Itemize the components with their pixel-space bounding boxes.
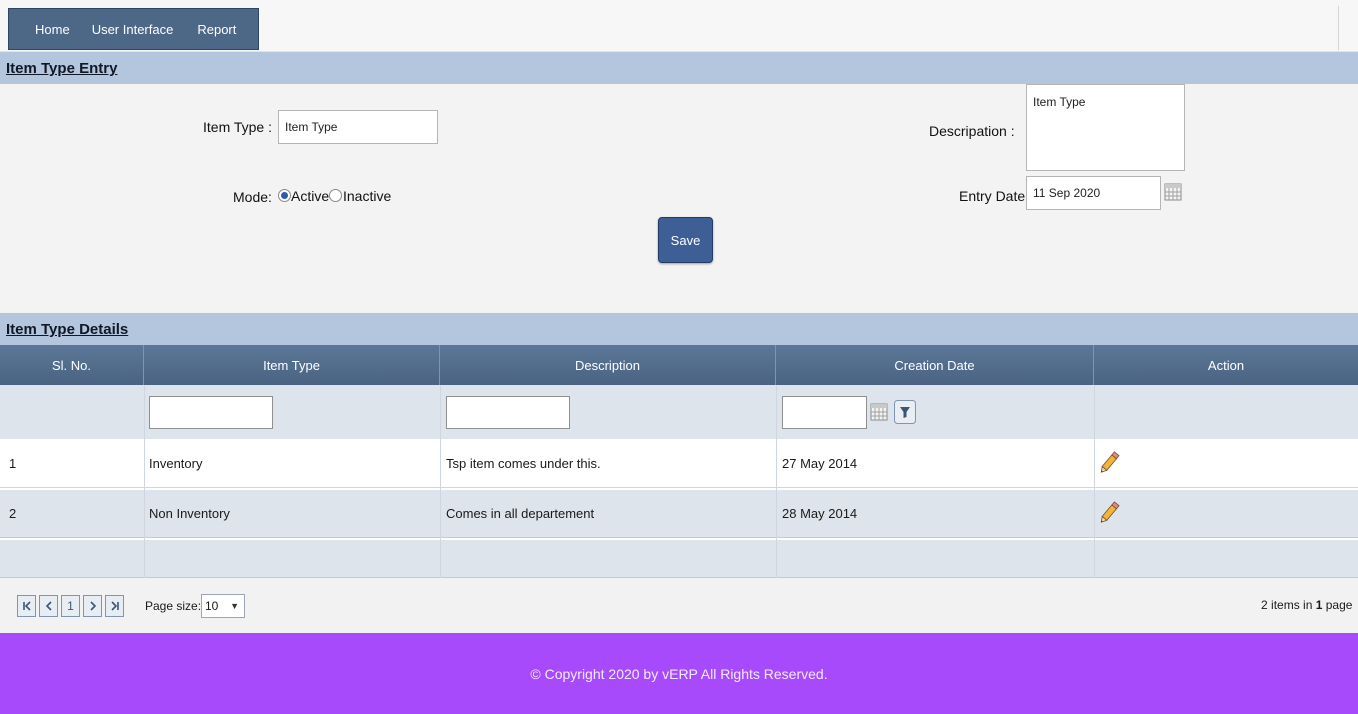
item-type-input[interactable] bbox=[278, 110, 438, 144]
column-divider bbox=[440, 385, 441, 578]
cell-sl-no: 2 bbox=[9, 506, 17, 521]
next-page-button[interactable] bbox=[83, 595, 102, 617]
column-header-creation-date[interactable]: Creation Date bbox=[776, 345, 1094, 385]
edit-pencil-icon[interactable] bbox=[1098, 450, 1120, 476]
cell-item-type: Non Inventory bbox=[149, 506, 230, 521]
page-size-value: 10 bbox=[205, 599, 219, 613]
nav-user-interface[interactable]: User Interface bbox=[92, 22, 174, 37]
entry-date-label: Entry Date bbox=[959, 188, 1026, 204]
nav-report[interactable]: Report bbox=[197, 22, 236, 37]
column-header-action: Action bbox=[1094, 345, 1358, 385]
calendar-icon[interactable] bbox=[870, 403, 888, 421]
mode-active-radio[interactable] bbox=[278, 189, 291, 202]
first-page-button[interactable] bbox=[17, 595, 36, 617]
mode-inactive-label: Inactive bbox=[343, 188, 392, 204]
item-type-grid: Sl. No. Item Type Description Creation D… bbox=[0, 345, 1358, 633]
description-label: Descripation : bbox=[929, 123, 1015, 139]
copyright-text: © Copyright 2020 by vERP All Rights Rese… bbox=[530, 665, 828, 682]
column-header-item-type[interactable]: Item Type bbox=[144, 345, 440, 385]
column-divider bbox=[144, 385, 145, 578]
dropdown-arrow-icon: ▼ bbox=[230, 601, 239, 611]
entry-section-header: Item Type Entry bbox=[0, 52, 1358, 84]
filter-icon[interactable] bbox=[894, 400, 916, 424]
first-page-icon bbox=[22, 601, 31, 611]
details-section-header: Item Type Details bbox=[0, 313, 1358, 345]
creation-date-filter-input[interactable] bbox=[782, 396, 867, 429]
edit-pencil-icon[interactable] bbox=[1098, 500, 1120, 526]
page-size-label: Page size: bbox=[145, 599, 202, 613]
prev-page-button[interactable] bbox=[39, 595, 58, 617]
filter-row bbox=[0, 385, 1358, 439]
cell-description: Tsp item comes under this. bbox=[446, 456, 601, 471]
items-info-text: items in bbox=[1267, 598, 1316, 612]
table-row[interactable]: 1 Inventory Tsp item comes under this. 2… bbox=[0, 440, 1358, 488]
mode-active-label: Active bbox=[291, 188, 330, 204]
page-size-select[interactable]: 10 ▼ bbox=[201, 594, 245, 618]
description-filter-input[interactable] bbox=[446, 396, 570, 429]
item-type-entry-form: Item Type : Descripation : Item Type Mod… bbox=[0, 84, 1358, 313]
mode-inactive-radio[interactable] bbox=[329, 189, 342, 202]
items-count: 2 bbox=[1261, 598, 1268, 612]
column-header-description[interactable]: Description bbox=[440, 345, 776, 385]
column-divider bbox=[776, 385, 777, 578]
column-header-sl-no[interactable]: Sl. No. bbox=[0, 345, 144, 385]
save-button[interactable]: Save bbox=[658, 217, 713, 263]
calendar-icon[interactable] bbox=[1164, 183, 1182, 201]
nav-home[interactable]: Home bbox=[35, 22, 70, 37]
chevron-left-icon bbox=[45, 601, 52, 611]
top-bar: Home User Interface Report bbox=[0, 0, 1358, 52]
mode-label: Mode: bbox=[233, 189, 272, 205]
column-divider bbox=[1094, 385, 1095, 578]
entry-section-title: Item Type Entry bbox=[6, 60, 118, 77]
entry-date-input[interactable] bbox=[1026, 176, 1161, 210]
item-type-label: Item Type : bbox=[203, 119, 272, 135]
item-type-filter-input[interactable] bbox=[149, 396, 273, 429]
cell-description: Comes in all departement bbox=[446, 506, 595, 521]
cell-item-type: Inventory bbox=[149, 456, 203, 471]
main-nav: Home User Interface Report bbox=[8, 8, 259, 50]
pager: 1 Page size: 10 ▼ 2 items in 1 page bbox=[0, 578, 1358, 633]
description-textarea[interactable]: Item Type bbox=[1026, 84, 1185, 171]
divider bbox=[1338, 6, 1339, 50]
footer: © Copyright 2020 by vERP All Rights Rese… bbox=[0, 633, 1358, 714]
cell-sl-no: 1 bbox=[9, 456, 17, 471]
chevron-right-icon bbox=[89, 601, 96, 611]
cell-creation-date: 27 May 2014 bbox=[782, 456, 858, 471]
details-section-title: Item Type Details bbox=[6, 321, 129, 338]
items-info: 2 items in 1 page bbox=[1261, 598, 1352, 612]
table-row[interactable]: 2 Non Inventory Comes in all departement… bbox=[0, 490, 1358, 538]
empty-row bbox=[0, 540, 1358, 578]
cell-creation-date: 28 May 2014 bbox=[782, 506, 858, 521]
last-page-button[interactable] bbox=[105, 595, 124, 617]
page-number-button[interactable]: 1 bbox=[61, 595, 80, 617]
last-page-icon bbox=[110, 601, 119, 611]
items-info-tail: page bbox=[1322, 598, 1353, 612]
